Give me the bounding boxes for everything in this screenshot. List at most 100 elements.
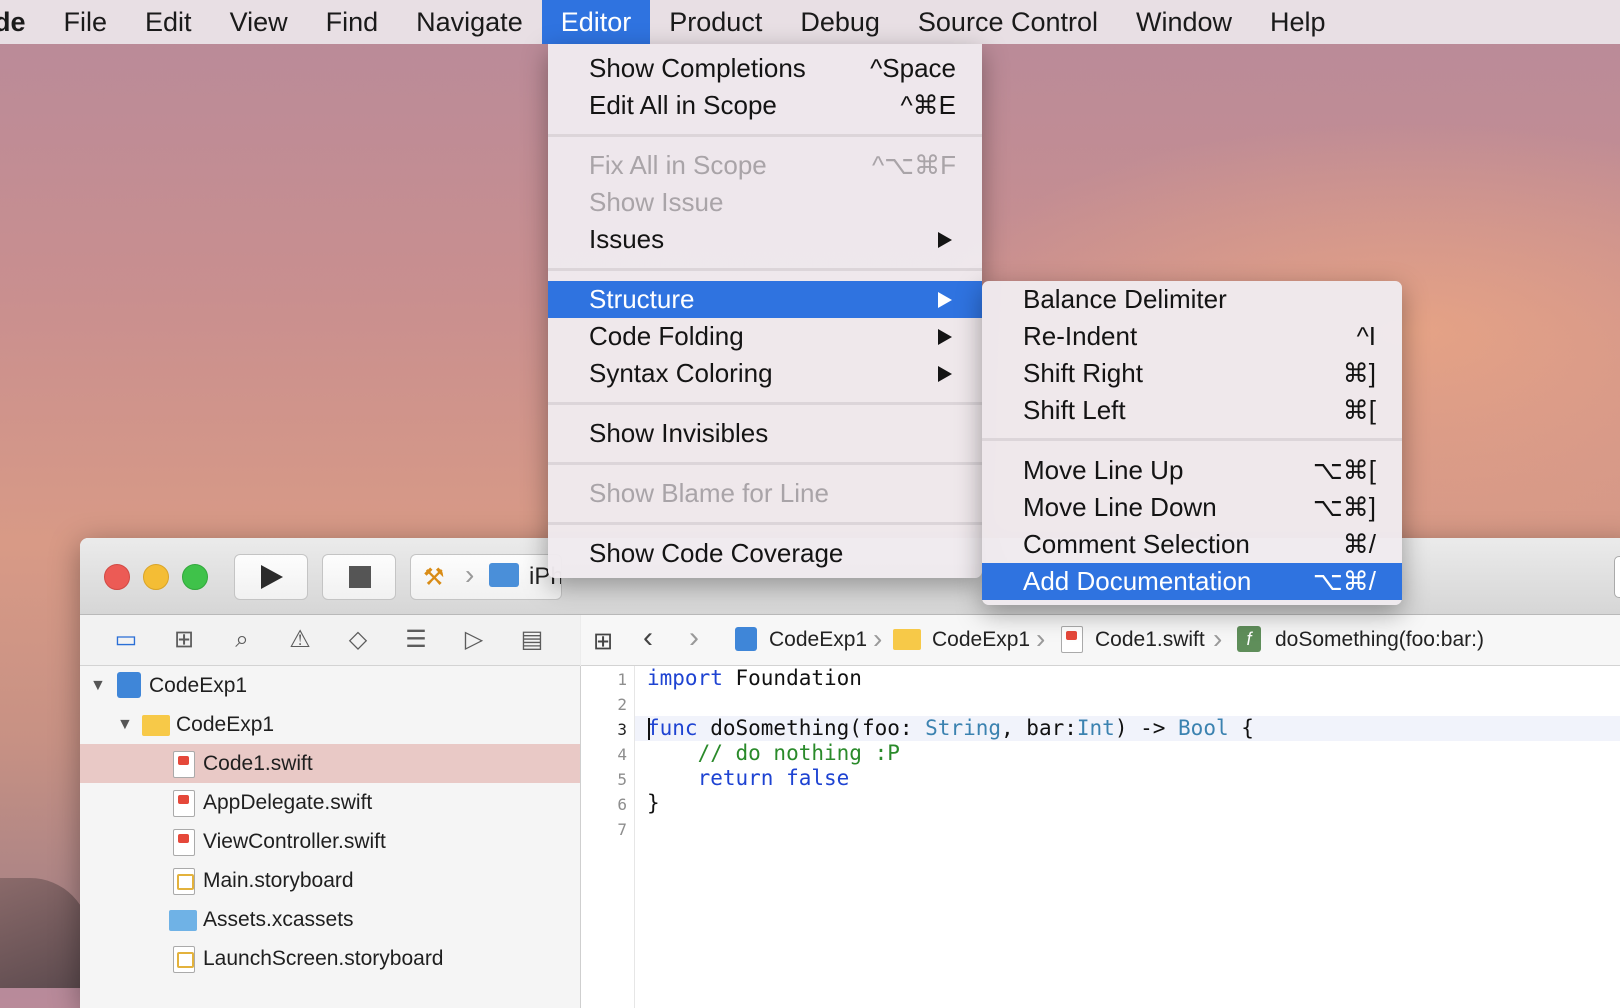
menu-item-edit-all-in-scope[interactable]: Edit All in Scope ^⌘E [548, 87, 982, 124]
report-bubble-icon[interactable]: ▤ [518, 627, 546, 653]
menu-separator [982, 438, 1402, 441]
navigator-row-project[interactable]: ▼ CodeExp1 [80, 666, 580, 705]
navigator-row-code1-swift[interactable]: Code1.swift [80, 744, 580, 783]
menu-help[interactable]: Help [1251, 0, 1345, 44]
navigator-row-label: Assets.xcassets [203, 908, 354, 931]
menu-find[interactable]: Find [307, 0, 398, 44]
close-window-button[interactable] [104, 564, 130, 590]
navigator-row-main-storyboard[interactable]: Main.storyboard [80, 861, 580, 900]
stop-button[interactable] [322, 554, 396, 600]
menu-separator [548, 134, 982, 137]
code-line-1: import Foundation [647, 666, 862, 690]
function-icon: f [1237, 626, 1261, 652]
breakpoint-tag-icon[interactable]: ▷ [460, 627, 488, 653]
menu-item-move-line-down[interactable]: Move Line Down ⌥⌘] [982, 489, 1402, 526]
folder-icon[interactable]: ▭ [112, 627, 140, 653]
menu-window[interactable]: Window [1117, 0, 1251, 44]
type-token: Int [1076, 716, 1115, 740]
line-number-gutter: 1 2 3 4 5 6 7 [581, 666, 635, 1008]
project-navigator: ▼ CodeExp1 ▼ CodeExp1 Code1.swift AppDel… [80, 666, 581, 1008]
type-token: Bool [1178, 716, 1229, 740]
menu-item-show-invisibles[interactable]: Show Invisibles [548, 415, 982, 452]
menu-item-fix-all-in-scope: Fix All in Scope ^⌥⌘F [548, 147, 982, 184]
menu-item-comment-selection[interactable]: Comment Selection ⌘/ [982, 526, 1402, 563]
editor-menu: Show Completions ^Space Edit All in Scope… [548, 44, 982, 578]
menu-item-show-completions[interactable]: Show Completions ^Space [548, 50, 982, 87]
forward-arrow-icon[interactable]: › [689, 621, 699, 655]
menu-item-label: Balance Delimiter [1023, 284, 1227, 314]
menu-item-label: Add Documentation [1023, 566, 1252, 596]
menu-item-issues[interactable]: Issues [548, 221, 982, 258]
disclosure-open-icon[interactable]: ▼ [90, 666, 106, 705]
menu-view[interactable]: View [211, 0, 307, 44]
breadcrumb-file[interactable]: Code1.swift [1095, 628, 1205, 652]
menu-editor[interactable]: Editor [541, 0, 651, 44]
menu-item-structure[interactable]: Structure [548, 281, 982, 318]
menu-item-re-indent[interactable]: Re-Indent ^I [982, 318, 1402, 355]
navigator-row-appdelegate[interactable]: AppDelegate.swift [80, 783, 580, 822]
menu-item-balance-delimiter[interactable]: Balance Delimiter [982, 281, 1402, 318]
menu-item-add-documentation[interactable]: Add Documentation ⌥⌘/ [982, 563, 1402, 600]
xcode-project-icon [735, 627, 757, 651]
jump-bar: ⊞ ‹ › CodeExp1 › CodeExp1 › Code1.swift … [581, 615, 1620, 666]
menu-item-shortcut: ^Space [870, 53, 956, 83]
text-cursor [648, 718, 650, 740]
chevron-right-icon: › [1036, 623, 1046, 654]
line-number: 4 [617, 745, 627, 764]
navigator-tab-bar: ▭ ⊞ ⌕ ⚠ ◇ ☰ ▷ ▤ [80, 615, 580, 666]
menu-item-shift-right[interactable]: Shift Right ⌘] [982, 355, 1402, 392]
menu-item-code-folding[interactable]: Code Folding [548, 318, 982, 355]
menu-edit[interactable]: Edit [126, 0, 211, 44]
menu-app-xcode[interactable]: de [0, 0, 45, 44]
menu-source-control[interactable]: Source Control [899, 0, 1117, 44]
navigator-row-assets[interactable]: Assets.xcassets [80, 900, 580, 939]
navigator-row-group[interactable]: ▼ CodeExp1 [80, 705, 580, 744]
disclosure-open-icon[interactable]: ▼ [117, 705, 133, 744]
navigator-row-viewcontroller[interactable]: ViewController.swift [80, 822, 580, 861]
menu-item-syntax-coloring[interactable]: Syntax Coloring [548, 355, 982, 392]
stop-icon [349, 566, 371, 588]
run-button[interactable] [234, 554, 308, 600]
submenu-arrow-icon [938, 329, 952, 345]
menu-debug[interactable]: Debug [781, 0, 899, 44]
menu-item-label: Edit All in Scope [589, 90, 777, 120]
code-text: ) -> [1114, 716, 1179, 740]
debug-list-icon[interactable]: ☰ [402, 627, 430, 653]
menu-item-label: Show Blame for Line [589, 478, 829, 508]
back-arrow-icon[interactable]: ‹ [643, 621, 653, 655]
menu-item-move-line-up[interactable]: Move Line Up ⌥⌘[ [982, 452, 1402, 489]
related-items-icon[interactable]: ⊞ [593, 627, 613, 656]
navigator-row-launchscreen[interactable]: LaunchScreen.storyboard [80, 939, 580, 978]
test-diamond-icon[interactable]: ◇ [344, 627, 372, 653]
navigator-row-label: LaunchScreen.storyboard [203, 947, 444, 970]
menu-navigate[interactable]: Navigate [397, 0, 542, 44]
editor-standard-icon[interactable] [1614, 556, 1620, 598]
breadcrumb-project[interactable]: CodeExp1 [769, 628, 867, 652]
source-editor[interactable]: 1 2 3 4 5 6 7 import Foundation func doS… [581, 666, 1620, 1008]
warning-icon[interactable]: ⚠ [286, 627, 314, 653]
code-text: { [1228, 716, 1254, 740]
navigator-row-label: AppDelegate.swift [203, 791, 373, 814]
structure-submenu: Balance Delimiter Re-Indent ^I Shift Righ… [982, 281, 1402, 605]
menu-item-show-code-coverage[interactable]: Show Code Coverage [548, 535, 982, 572]
menu-item-shift-left[interactable]: Shift Left ⌘[ [982, 392, 1402, 429]
zoom-window-button[interactable] [182, 564, 208, 590]
breadcrumb-function[interactable]: doSomething(foo:bar:) [1275, 628, 1484, 652]
scheme-selector[interactable]: ⚒ › iPh [410, 554, 562, 600]
search-icon[interactable]: ⌕ [228, 627, 256, 653]
menu-item-label: Show Invisibles [589, 418, 769, 448]
menu-product[interactable]: Product [650, 0, 781, 44]
keyword-token: return [697, 766, 774, 790]
swift-file-icon [173, 829, 195, 856]
breadcrumb-group[interactable]: CodeExp1 [932, 628, 1030, 652]
minimize-window-button[interactable] [143, 564, 169, 590]
menu-file[interactable]: File [45, 0, 127, 44]
submenu-arrow-icon [938, 232, 952, 248]
symbol-navigator-icon[interactable]: ⊞ [170, 627, 198, 653]
menu-item-label: Shift Left [1023, 395, 1126, 425]
asset-catalog-icon [169, 910, 197, 931]
menu-item-label: Fix All in Scope [589, 150, 767, 180]
menu-item-label: Shift Right [1023, 358, 1143, 388]
folder-icon [142, 715, 170, 736]
menu-item-shortcut: ⌘/ [1342, 529, 1376, 559]
